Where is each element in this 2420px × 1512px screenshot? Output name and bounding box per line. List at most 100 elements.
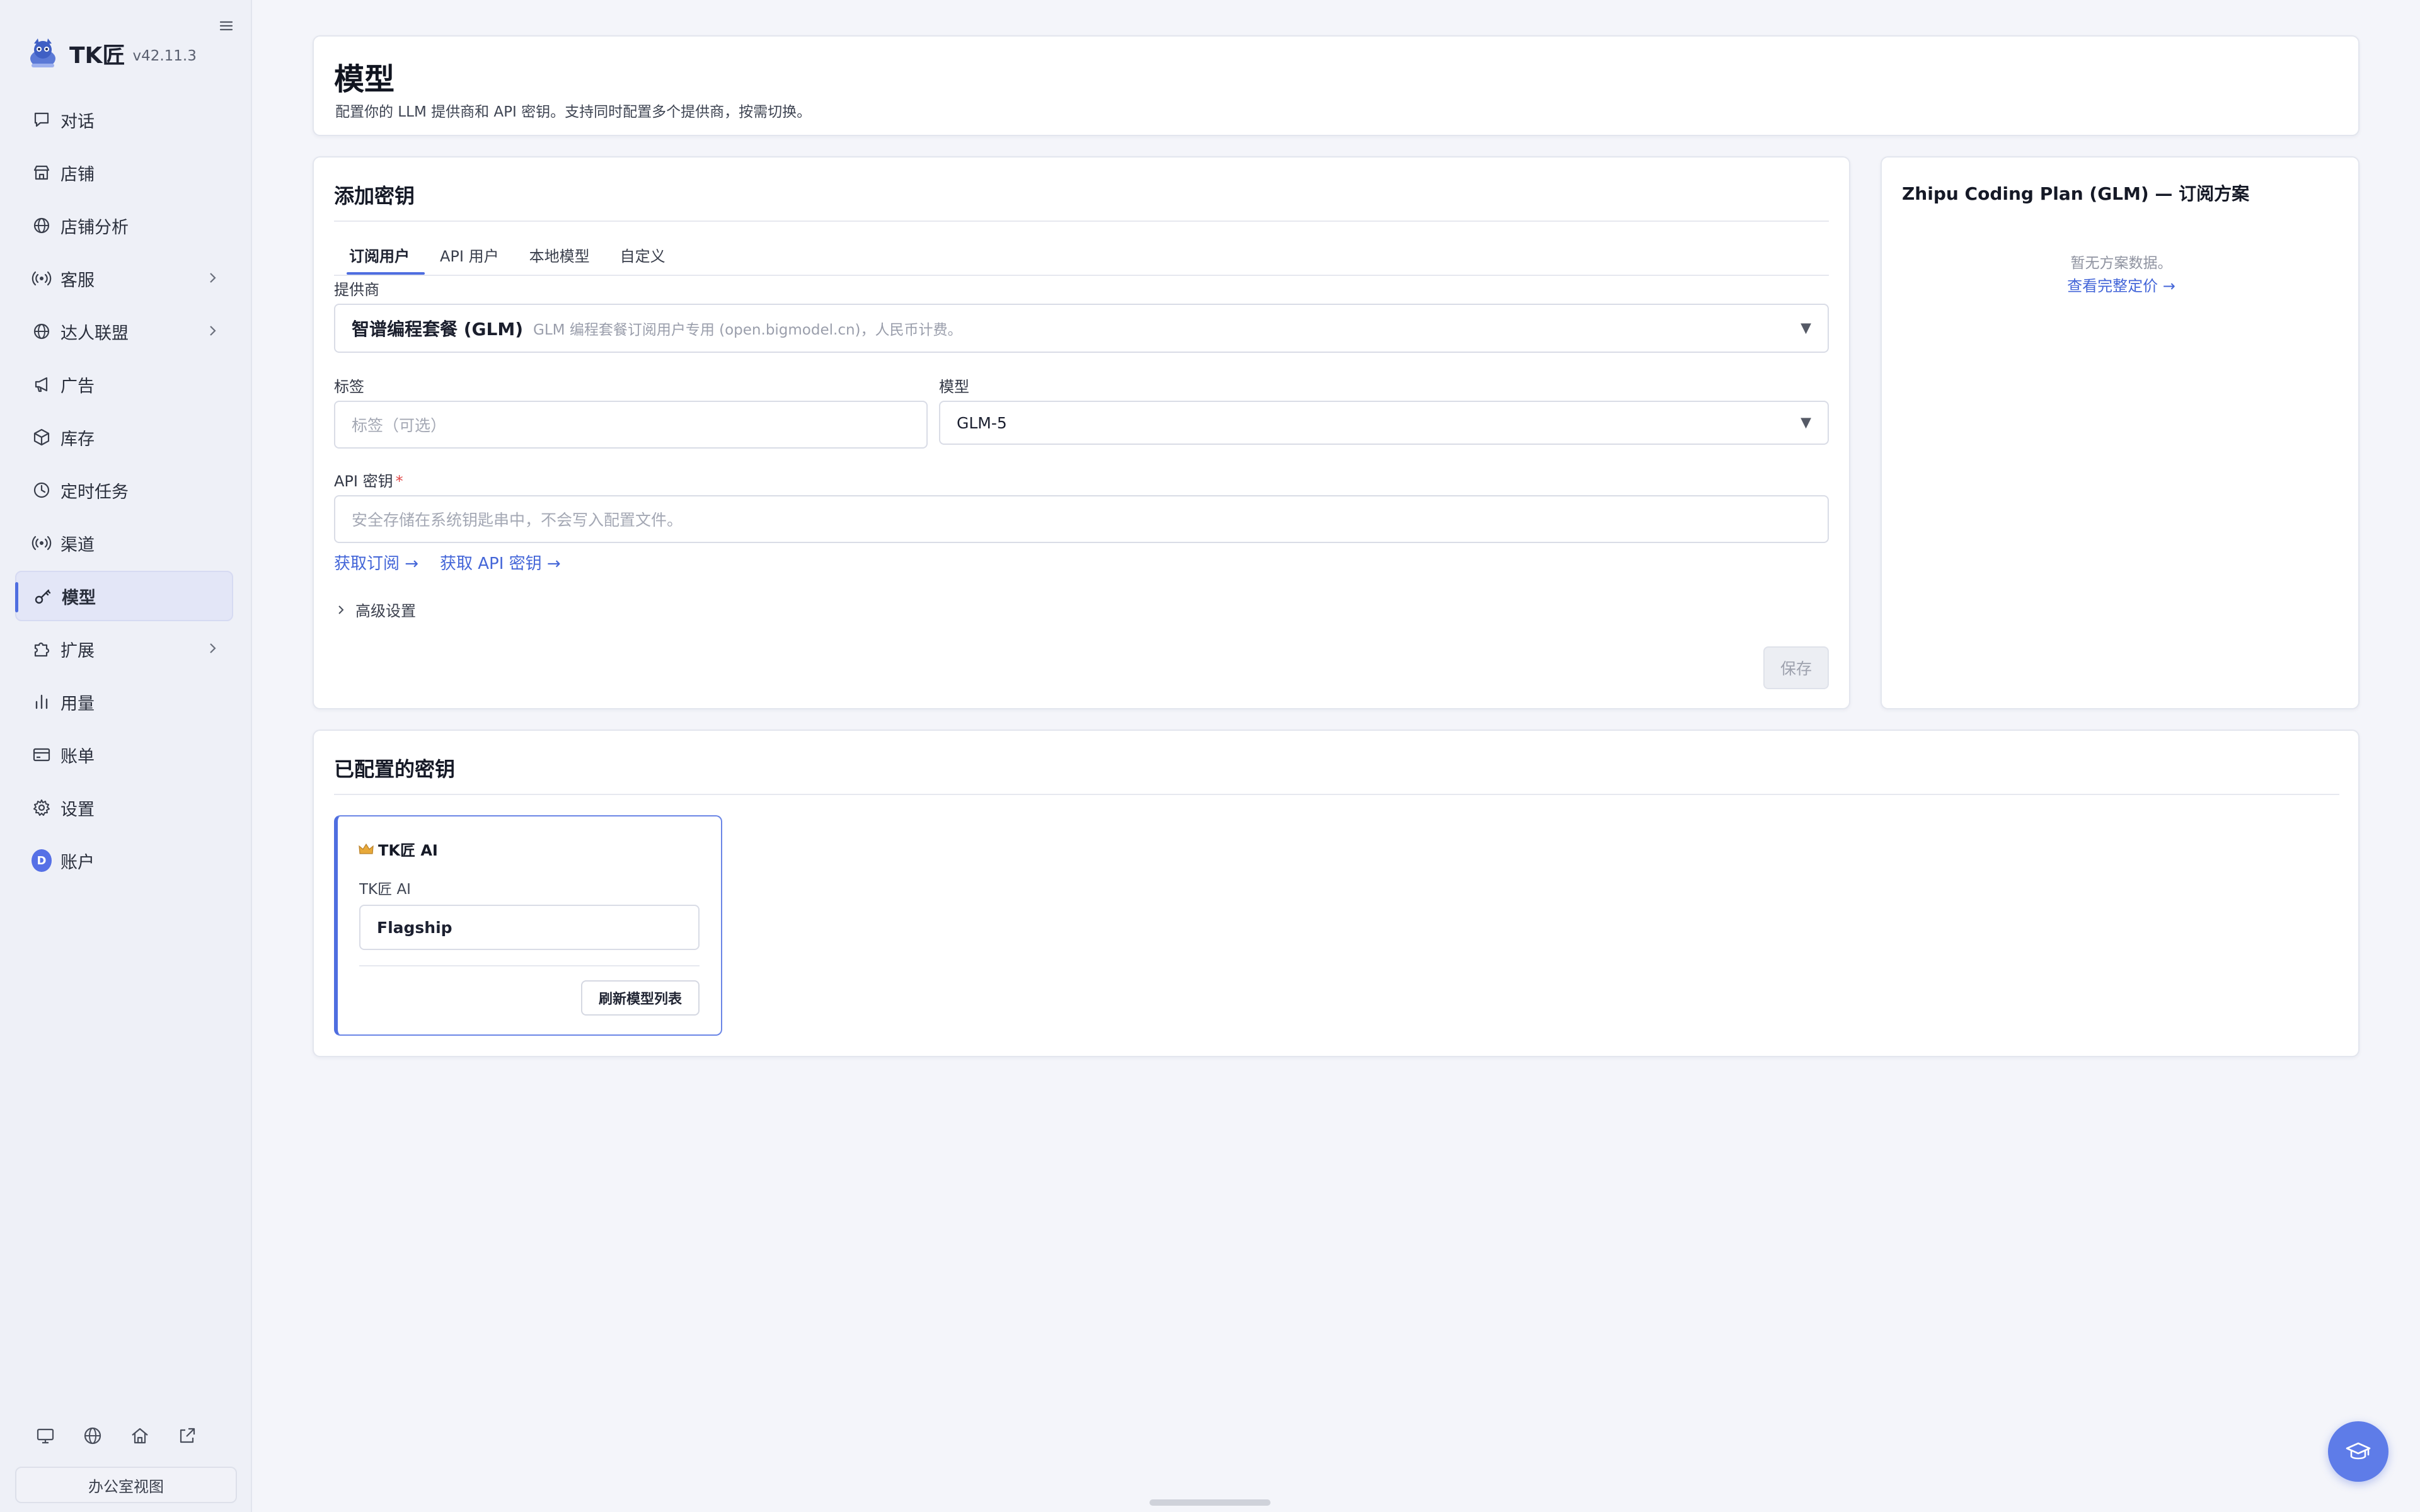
api-key-label-text: API 密钥 <box>334 472 393 490</box>
office-view-button[interactable]: 办公室视图 <box>15 1467 237 1503</box>
scroll-handle[interactable] <box>1150 1499 1270 1506</box>
sidebar-item-ads[interactable]: 广告 <box>15 359 233 410</box>
sidebar-item-label: 客服 <box>60 270 95 290</box>
key-tile-title-text: TK匠 AI <box>378 842 438 859</box>
tab-local-model[interactable]: 本地模型 <box>514 236 605 273</box>
get-api-key-link[interactable]: 获取 API 密钥 → <box>440 551 561 574</box>
sidebar-item-billing[interactable]: 账单 <box>15 730 233 780</box>
configured-keys-card: 已配置的密钥 TK匠 AI TK匠 AI Flagship 刷新模型列表 <box>313 730 2360 1057</box>
sidebar-item-label: 设置 <box>60 799 95 820</box>
megaphone-icon <box>32 374 52 394</box>
sidebar-item-label: 渠道 <box>60 535 95 555</box>
sidebar-item-scheduled-tasks[interactable]: 定时任务 <box>15 465 233 515</box>
tabs-divider <box>334 275 1829 276</box>
sidebar-item-store-analytics[interactable]: 店铺分析 <box>15 200 233 251</box>
sidebar-item-label: 广告 <box>60 376 95 396</box>
graduation-cap-icon <box>2346 1442 2371 1460</box>
puzzle-icon <box>32 639 52 659</box>
dropdown-arrow-icon: ▼ <box>1801 415 1811 431</box>
divider <box>334 220 1829 222</box>
required-asterisk: * <box>395 472 403 490</box>
model-value: GLM-5 <box>957 413 1007 432</box>
save-button[interactable]: 保存 <box>1763 646 1829 689</box>
sidebar-item-label: 账户 <box>60 852 95 873</box>
api-key-input[interactable]: 安全存储在系统钥匙串中，不会写入配置文件。 <box>334 495 1829 543</box>
sidebar-item-label: 定时任务 <box>60 482 129 502</box>
brand[interactable]: TK匠 v42.11.3 <box>25 33 197 74</box>
chevron-right-icon <box>338 605 344 614</box>
tab-subscription[interactable]: 订阅用户 <box>334 236 425 275</box>
chat-icon <box>32 110 52 130</box>
avatar-letter: D <box>32 849 52 872</box>
configured-keys-title: 已配置的密钥 <box>334 757 456 781</box>
store-icon <box>32 163 52 183</box>
chevron-right-icon <box>210 273 216 283</box>
tab-api-user[interactable]: API 用户 <box>425 236 514 273</box>
bar-chart-icon <box>32 692 52 712</box>
page-title: 模型 <box>334 62 395 97</box>
key-tile[interactable]: TK匠 AI TK匠 AI Flagship 刷新模型列表 <box>334 815 722 1036</box>
sidebar-item-usage[interactable]: 用量 <box>15 677 233 727</box>
sidebar-item-models[interactable]: 模型 <box>15 571 233 621</box>
external-link-icon[interactable] <box>176 1425 198 1449</box>
view-pricing-link[interactable]: 查看完整定价 → <box>1882 273 2361 295</box>
key-model-select[interactable]: Flagship <box>359 905 700 950</box>
globe-icon <box>32 215 52 236</box>
provider-name: 智谱编程套餐 (GLM) <box>352 319 524 340</box>
broadcast-icon <box>32 268 52 289</box>
app-version: v42.11.3 <box>132 48 197 64</box>
sidebar-item-label: 扩展 <box>60 641 95 661</box>
key-tile-title: TK匠 AI <box>358 838 438 860</box>
tab-custom[interactable]: 自定义 <box>605 236 681 273</box>
sidebar: TK匠 v42.11.3 对话 店铺 店铺分析 客服 达人联盟 广告 库存 定时… <box>0 0 252 1512</box>
help-tutorial-button[interactable] <box>2328 1421 2388 1482</box>
app-logo-icon <box>30 38 55 67</box>
divider <box>334 794 2339 795</box>
sidebar-item-label: 对话 <box>60 112 95 132</box>
provider-label: 提供商 <box>334 281 379 299</box>
avatar: D <box>32 849 52 872</box>
credit-card-icon <box>32 745 52 765</box>
model-select[interactable]: GLM-5 ▼ <box>939 401 1829 445</box>
sidebar-item-label: 库存 <box>60 429 95 449</box>
globe-icon <box>32 321 52 341</box>
dropdown-arrow-icon: ▼ <box>1801 320 1811 336</box>
menu-collapse-icon[interactable] <box>217 16 236 35</box>
sidebar-item-extensions[interactable]: 扩展 <box>15 624 233 674</box>
advanced-settings-toggle[interactable]: 高级设置 <box>334 598 416 621</box>
monitor-icon[interactable] <box>35 1425 56 1449</box>
sidebar-item-label: 模型 <box>62 588 96 608</box>
add-key-card: 添加密钥 订阅用户 API 用户 本地模型 自定义 提供商 智谱编程套餐 (GL… <box>313 156 1850 709</box>
sidebar-quick-icons <box>21 1421 210 1453</box>
tag-input[interactable]: 标签（可选） <box>334 401 928 449</box>
plan-empty-state: 暂无方案数据。 <box>2070 255 2172 272</box>
sidebar-item-label: 达人联盟 <box>60 323 129 343</box>
sidebar-footer: 办公室视图 <box>15 1421 237 1503</box>
sidebar-nav: 对话 店铺 店铺分析 客服 达人联盟 广告 库存 定时任务 渠道 模型 扩展 用… <box>15 94 233 888</box>
provider-type-tabs: 订阅用户 API 用户 本地模型 自定义 <box>334 236 681 275</box>
refresh-model-list-button[interactable]: 刷新模型列表 <box>581 980 700 1016</box>
box-icon <box>32 427 52 447</box>
sidebar-item-settings[interactable]: 设置 <box>15 782 233 833</box>
sidebar-item-channels[interactable]: 渠道 <box>15 518 233 568</box>
sidebar-item-inventory[interactable]: 库存 <box>15 412 233 462</box>
model-label: 模型 <box>939 378 969 396</box>
sidebar-item-label: 账单 <box>60 747 95 767</box>
sidebar-item-creator-alliance[interactable]: 达人联盟 <box>15 306 233 357</box>
provider-select[interactable]: 智谱编程套餐 (GLM) GLM 编程套餐订阅用户专用 (open.bigmod… <box>334 304 1829 353</box>
get-subscription-link[interactable]: 获取订阅 → <box>334 551 418 574</box>
sidebar-item-customer-service[interactable]: 客服 <box>15 253 233 304</box>
sidebar-item-label: 用量 <box>60 694 95 714</box>
tag-label: 标签 <box>334 378 364 396</box>
sidebar-item-account[interactable]: D 账户 <box>15 835 233 886</box>
api-key-label: API 密钥 * <box>334 469 403 491</box>
page-header: 模型 配置你的 LLM 提供商和 API 密钥。支持同时配置多个提供商，按需切换… <box>313 35 2360 136</box>
divider <box>359 965 700 966</box>
sidebar-item-label: 店铺 <box>60 164 95 185</box>
sidebar-item-chat[interactable]: 对话 <box>15 94 233 145</box>
globe-icon[interactable] <box>82 1425 103 1449</box>
key-tile-provider: TK匠 AI <box>359 881 411 898</box>
sidebar-item-store[interactable]: 店铺 <box>15 147 233 198</box>
gear-icon <box>32 798 52 818</box>
home-icon[interactable] <box>129 1425 151 1449</box>
